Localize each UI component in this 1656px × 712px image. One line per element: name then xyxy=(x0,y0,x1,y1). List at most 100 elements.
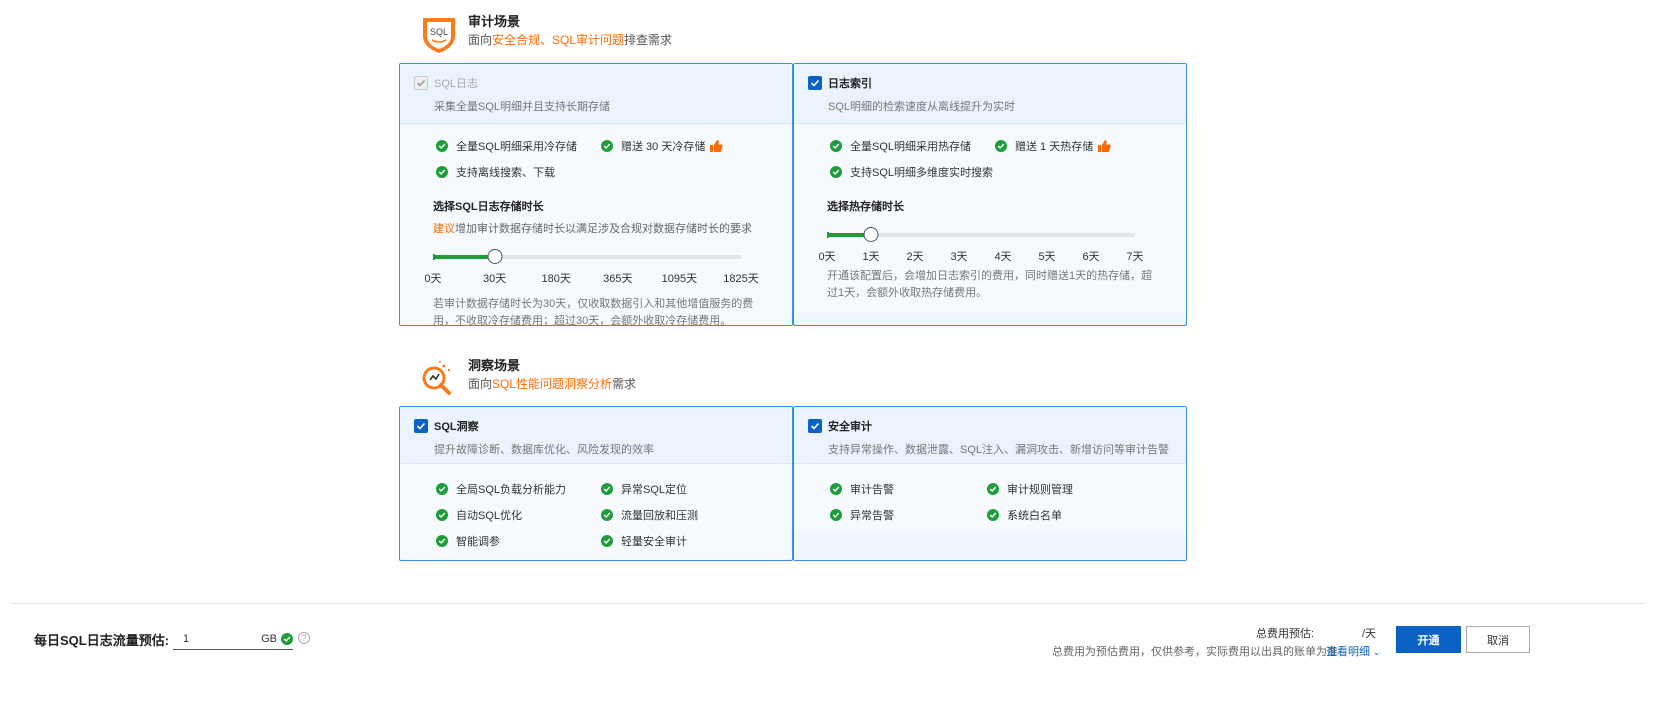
hot-storage-hint: 开通该配置后，会增加日志索引的费用，同时赠送1天的热存储，超过1天，会额外收取热… xyxy=(827,270,1153,299)
security-audit-title: 安全审计 xyxy=(828,421,872,433)
audit-section-title: 审计场景 xyxy=(468,14,521,29)
slider-mark-label[interactable]: 1天 xyxy=(862,248,879,264)
security-audit-desc: 支持异常操作、数据泄露、SQL注入、漏洞攻击、新增访问等审计告警 xyxy=(828,444,1170,456)
storage-duration-note: 建议增加审计数据存储时长以满足涉及合规对数据存储时长的要求 xyxy=(433,223,752,235)
sql-insight-desc: 提升故障诊断、数据库优化、风险发现的效率 xyxy=(434,444,654,456)
daily-flow-label: 每日SQL日志流量预估: xyxy=(34,633,170,648)
svg-text:SQL: SQL xyxy=(430,27,448,37)
check-circle-icon xyxy=(601,140,613,152)
sql-insight-card[interactable]: SQL洞察 提升故障诊断、数据库优化、风险发现的效率 全局SQL负载分析能力 异… xyxy=(399,406,793,561)
daily-flow-unit: GB xyxy=(261,632,277,645)
check-circle-icon xyxy=(830,166,842,178)
check-circle-icon xyxy=(436,140,448,152)
feature-item: 自动SQL优化 xyxy=(436,507,601,523)
feature-item: 赠送 30 天冷存储 xyxy=(601,138,781,154)
slider-mark-label[interactable]: 1095天 xyxy=(662,270,697,286)
feature-item: 全量SQL明细采用冷存储 xyxy=(436,138,601,154)
log-index-card-body: 全量SQL明细采用热存储 赠送 1 天热存储 支持SQL明细多维度实时搜索 选择… xyxy=(794,124,1186,312)
slider-mark-label[interactable]: 3天 xyxy=(950,248,967,264)
feature-item: 异常SQL定位 xyxy=(601,481,781,497)
insight-section-title: 洞察场景 xyxy=(468,358,521,373)
feature-item: 支持离线搜索、下载 xyxy=(436,164,601,180)
hot-storage-title: 选择热存储时长 xyxy=(827,201,904,213)
check-circle-icon xyxy=(436,166,448,178)
slider-mark-label[interactable]: 2天 xyxy=(906,248,923,264)
daily-flow-value[interactable]: 1 xyxy=(173,633,261,645)
total-cost-unit: /天 xyxy=(1362,628,1377,640)
feature-item: 支持SQL明细多维度实时搜索 xyxy=(830,164,995,180)
check-icon xyxy=(810,422,820,430)
check-circle-icon xyxy=(436,509,448,521)
hot-storage-slider[interactable]: 0天 1天 2天 3天 4天 5天 6天 7天 xyxy=(818,224,1144,263)
check-circle-icon xyxy=(987,483,999,495)
daily-flow-input[interactable]: 1 GB xyxy=(173,628,293,650)
security-audit-checkbox[interactable] xyxy=(808,419,822,433)
feature-item: 全量SQL明细采用热存储 xyxy=(830,138,995,154)
slider-handle[interactable] xyxy=(487,249,503,264)
security-audit-card-body: 审计告警 审计规则管理 异常告警 系统白名单 xyxy=(794,464,1186,533)
slider-mark-label[interactable]: 0天 xyxy=(424,270,441,286)
feature-item: 流量回放和压测 xyxy=(601,507,781,523)
total-cost-note: 总费用为预估费用，仅供参考，实际费用以出具的账单为准 xyxy=(1052,646,1338,658)
slider-mark-label[interactable]: 1825天 xyxy=(723,270,758,286)
check-circle-icon xyxy=(830,509,842,521)
check-circle-icon xyxy=(987,509,999,521)
feature-item: 审计告警 xyxy=(830,481,987,497)
check-icon xyxy=(416,422,426,430)
slider-mark-label[interactable]: 180天 xyxy=(542,270,571,286)
slider-mark-label[interactable]: 5天 xyxy=(1038,248,1055,264)
slider-mark-label[interactable]: 6天 xyxy=(1082,248,1099,264)
storage-duration-slider[interactable]: 0天 30天 180天 365天 1095天 1825天 xyxy=(424,246,759,285)
sql-log-card[interactable]: SQL日志 采集全量SQL明细并且支持长期存储 全量SQL明细采用冷存储 赠送 … xyxy=(399,63,793,326)
sql-insight-card-header: SQL洞察 提升故障诊断、数据库优化、风险发现的效率 xyxy=(400,407,792,464)
footer-divider xyxy=(10,603,1646,604)
security-audit-card-header: 安全审计 支持异常操作、数据泄露、SQL注入、漏洞攻击、新增访问等审计告警 xyxy=(794,407,1186,464)
sql-insight-card-body: 全局SQL负载分析能力 异常SQL定位 自动SQL优化 流量回放和压测 智能调参… xyxy=(400,464,792,559)
security-audit-card[interactable]: 安全审计 支持异常操作、数据泄露、SQL注入、漏洞攻击、新增访问等审计告警 审计… xyxy=(793,406,1187,561)
check-icon xyxy=(810,79,820,87)
slider-mark-label[interactable]: 30天 xyxy=(483,270,506,286)
log-index-card-header: 日志索引 SQL明细的检索速度从离线提升为实时 xyxy=(794,64,1186,124)
feature-item: 审计规则管理 xyxy=(987,481,1167,497)
check-circle-icon xyxy=(601,483,613,495)
cancel-button[interactable]: 取消 xyxy=(1466,626,1530,653)
chevron-down-icon: ⌄ xyxy=(1373,647,1381,657)
feature-item: 全局SQL负载分析能力 xyxy=(436,481,601,497)
slider-mark-label[interactable]: 365天 xyxy=(603,270,632,286)
insight-section-subtitle: 面向SQL性能问题洞察分析需求 xyxy=(468,377,637,391)
audit-section-subtitle: 面向安全合规、SQL审计问题排查需求 xyxy=(468,33,673,47)
log-index-checkbox[interactable] xyxy=(808,76,822,90)
slider-handle[interactable] xyxy=(863,227,879,242)
slider-start-tick xyxy=(827,232,829,238)
sql-insight-title: SQL洞察 xyxy=(434,421,479,433)
audit-section-header: SQL 审计场景 面向安全合规、SQL审计问题排查需求 xyxy=(420,14,672,54)
open-button[interactable]: 开通 xyxy=(1396,626,1461,653)
sql-shield-icon: SQL xyxy=(423,18,455,53)
feature-item: 智能调参 xyxy=(436,533,601,549)
slider-start-tick xyxy=(433,254,435,260)
check-circle-icon xyxy=(601,535,613,547)
thumbs-up-icon xyxy=(710,140,723,152)
check-circle-icon xyxy=(830,140,842,152)
check-circle-icon xyxy=(995,140,1007,152)
storage-duration-title: 选择SQL日志存储时长 xyxy=(433,201,544,213)
view-detail-link[interactable]: 查看明细 ⌄ xyxy=(1326,643,1381,659)
sql-log-card-body: 全量SQL明细采用冷存储 赠送 30 天冷存储 支持离线搜索、下载 选择SQL日… xyxy=(400,124,792,325)
feature-item: 异常告警 xyxy=(830,507,987,523)
sql-log-checkbox[interactable] xyxy=(414,76,428,90)
help-icon[interactable]: ? xyxy=(298,632,310,644)
thumbs-up-icon xyxy=(1098,140,1111,152)
slider-fill xyxy=(433,255,495,259)
insight-section-header: 洞察场景 面向SQL性能问题洞察分析需求 xyxy=(420,358,636,398)
feature-item: 系统白名单 xyxy=(987,507,1167,523)
slider-mark-label[interactable]: 0天 xyxy=(818,248,835,264)
sql-log-desc: 采集全量SQL明细并且支持长期存储 xyxy=(434,101,611,113)
slider-mark-label[interactable]: 7天 xyxy=(1126,248,1143,264)
log-index-card[interactable]: 日志索引 SQL明细的检索速度从离线提升为实时 全量SQL明细采用热存储 赠送 … xyxy=(793,63,1187,326)
slider-mark-label[interactable]: 4天 xyxy=(994,248,1011,264)
sql-log-card-header: SQL日志 采集全量SQL明细并且支持长期存储 xyxy=(400,64,792,124)
sql-insight-checkbox[interactable] xyxy=(414,419,428,433)
log-index-desc: SQL明细的检索速度从离线提升为实时 xyxy=(828,101,1016,113)
total-cost-label: 总费用预估: xyxy=(1256,628,1315,640)
feature-item: 赠送 1 天热存储 xyxy=(995,138,1175,154)
